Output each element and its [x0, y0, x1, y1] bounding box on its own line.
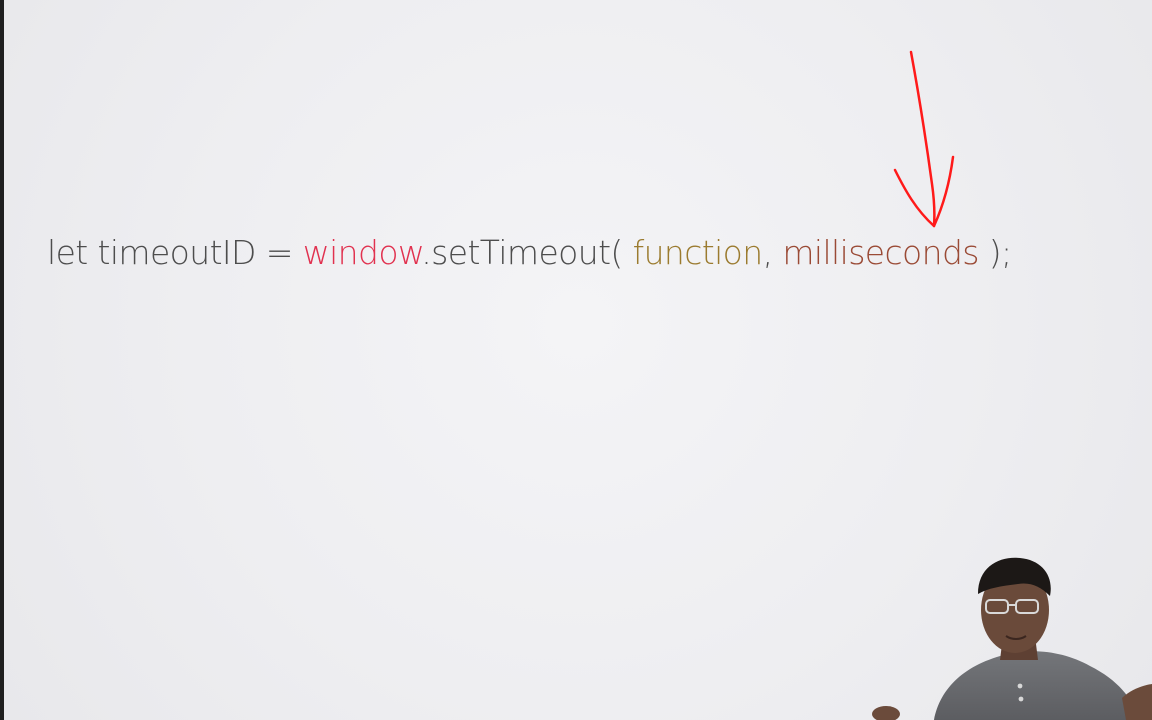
param-function: function	[632, 233, 764, 272]
slide-canvas	[4, 0, 1152, 720]
method-settimeout: setTimeout(	[431, 233, 623, 272]
assign-operator: =	[265, 233, 294, 272]
param-milliseconds: milliseconds	[782, 233, 979, 272]
comma: ,	[762, 233, 773, 272]
dot-operator: .	[421, 233, 432, 272]
closing-paren: );	[988, 233, 1012, 272]
variable-name: timeoutID	[97, 233, 257, 272]
keyword-let: let	[47, 233, 88, 272]
object-window: window	[302, 233, 422, 272]
code-snippet: let timeoutID = window.setTimeout( funct…	[47, 232, 1012, 274]
